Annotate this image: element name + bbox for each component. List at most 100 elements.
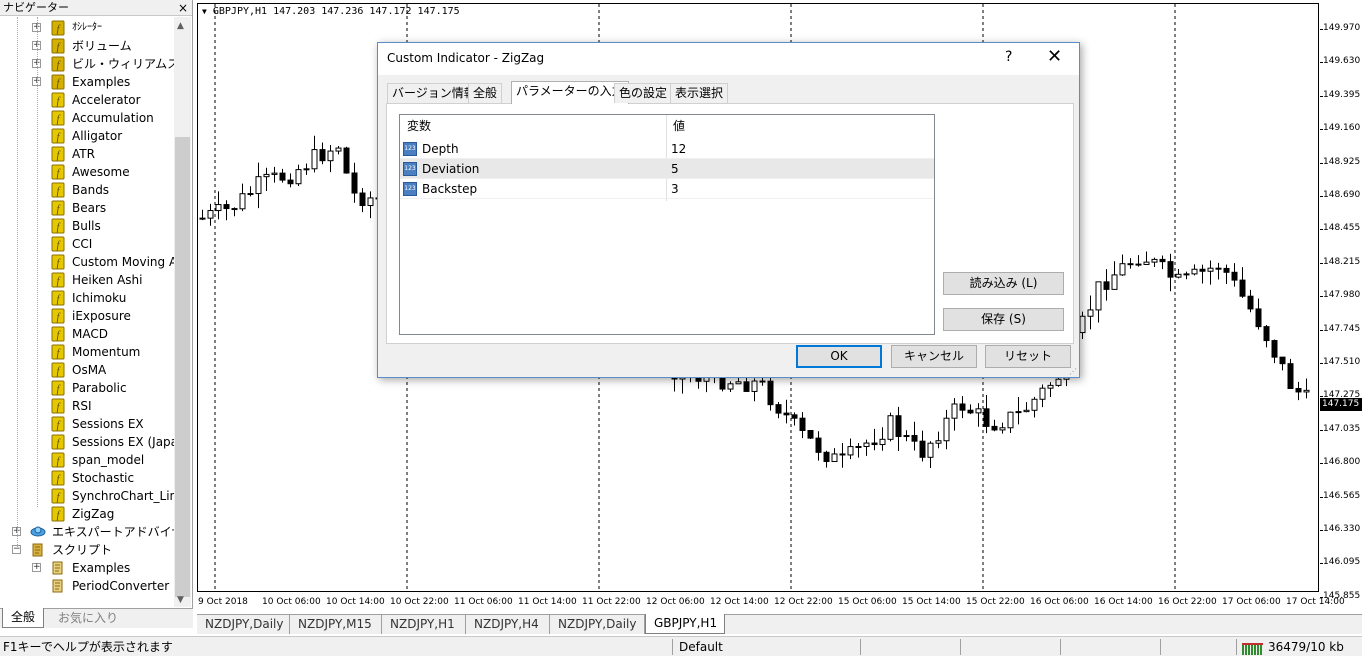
- navigator-item[interactable]: f Bands: [0, 181, 174, 199]
- candle-body: [823, 451, 830, 463]
- dialog-tab-panel: 変数 値 123 Depth 12 123 Deviation 5 123 Backstep 3…: [386, 103, 1074, 344]
- dialog-title-bar: Custom Indicator - ZigZag ? ✕: [378, 43, 1079, 75]
- navigator-item-label: ボリューム: [72, 39, 132, 53]
- parameter-value[interactable]: 3: [671, 179, 679, 199]
- save-button[interactable]: 保存 (S): [943, 308, 1064, 331]
- navigator-tab-favorites[interactable]: お気に入り: [50, 609, 126, 628]
- navigator-item[interactable]: f ATR: [0, 145, 174, 163]
- navigator-item[interactable]: f Accelerator: [0, 91, 174, 109]
- parameter-row[interactable]: 123 Depth 12: [400, 139, 934, 159]
- price-tick-label: 146.330: [1323, 524, 1361, 534]
- dialog-help-button[interactable]: ?: [1005, 49, 1012, 65]
- navigator-tab-common[interactable]: 全般: [2, 608, 45, 628]
- symbol-tab[interactable]: NZDJPY,H4: [466, 615, 550, 634]
- indicator-icon: f: [50, 218, 66, 234]
- navigator-item[interactable]: f Momentum: [0, 343, 174, 361]
- tab-common[interactable]: 全般: [468, 83, 503, 103]
- navigator-item[interactable]: f Alligator: [0, 127, 174, 145]
- indicator-icon: f: [50, 326, 66, 342]
- navigator-item[interactable]: f Awesome: [0, 163, 174, 181]
- reset-button[interactable]: リセット: [985, 345, 1071, 368]
- navigator-item[interactable]: + f ビル・ウィリアムス: [0, 55, 174, 73]
- navigator-item[interactable]: f CCI: [0, 235, 174, 253]
- symbol-tab[interactable]: NZDJPY,Daily: [550, 615, 645, 634]
- tab-visualization[interactable]: 表示選択: [670, 83, 729, 103]
- navigator-item[interactable]: f Parabolic: [0, 379, 174, 397]
- tree-connector: [17, 17, 18, 547]
- navigator-item[interactable]: f Bears: [0, 199, 174, 217]
- candle-body: [1295, 387, 1302, 393]
- navigator-item[interactable]: + エキスパートアドバイザ: [0, 523, 174, 541]
- symbol-tab[interactable]: GBPJPY,H1: [645, 614, 725, 634]
- navigator-item[interactable]: f SynchroChart_Line: [0, 487, 174, 505]
- candle-body: [879, 438, 886, 446]
- navigator-item[interactable]: f Custom Moving Av: [0, 253, 174, 271]
- integer-type-icon: 123: [403, 182, 417, 196]
- parameter-value[interactable]: 5: [671, 159, 679, 179]
- navigator-item[interactable]: f Heiken Ashi: [0, 271, 174, 289]
- status-profile: Default: [679, 640, 723, 654]
- time-tick-label: 17 Oct 06:00: [1222, 597, 1281, 607]
- candle-body: [951, 403, 958, 419]
- navigator-item[interactable]: f OsMA: [0, 361, 174, 379]
- navigator-item[interactable]: f MACD: [0, 325, 174, 343]
- navigator-item-label: Bulls: [72, 219, 101, 233]
- symbol-tab[interactable]: NZDJPY,M15: [290, 615, 382, 634]
- navigator-item[interactable]: f Sessions EX: [0, 415, 174, 433]
- navigator-close-button[interactable]: ×: [178, 0, 188, 16]
- navigator-item[interactable]: f span_model: [0, 451, 174, 469]
- scroll-down-icon[interactable]: ▼: [177, 595, 184, 605]
- navigator-item[interactable]: f Bulls: [0, 217, 174, 235]
- candle-body: [1007, 411, 1014, 429]
- time-tick-label: 17 Oct 14:00: [1286, 597, 1345, 607]
- navigator-item[interactable]: f Ichimoku: [0, 289, 174, 307]
- navigator-scrollbar[interactable]: ▲ ▼: [174, 17, 191, 607]
- navigator-item[interactable]: f iExposure: [0, 307, 174, 325]
- navigator-item-label: Sessions EX (Japane: [72, 435, 174, 449]
- navigator-item[interactable]: f Stochastic: [0, 469, 174, 487]
- cancel-button[interactable]: キャンセル: [891, 345, 977, 368]
- time-tick-label: 11 Oct 14:00: [518, 597, 577, 607]
- status-divider: [860, 639, 861, 655]
- symbol-tab[interactable]: NZDJPY,H1: [382, 615, 466, 634]
- navigator-item[interactable]: f RSI: [0, 397, 174, 415]
- candle-body: [1151, 258, 1158, 263]
- candle-body: [343, 147, 350, 174]
- navigator-scroll-thumb[interactable]: [175, 137, 190, 597]
- navigator-item[interactable]: f ZigZag: [0, 505, 174, 523]
- expand-toggle-icon[interactable]: +: [32, 563, 41, 572]
- symbol-tab[interactable]: NZDJPY,Daily: [197, 615, 290, 634]
- ok-button[interactable]: OK: [796, 345, 882, 368]
- parameter-row[interactable]: 123 Backstep 3: [400, 179, 934, 199]
- navigator-item[interactable]: f Sessions EX (Japane: [0, 433, 174, 451]
- parameter-row[interactable]: 123 Deviation 5: [400, 159, 934, 179]
- navigator-item[interactable]: + Examples: [0, 559, 174, 577]
- navigator-item-label: スクリプト: [52, 543, 113, 557]
- navigator-item[interactable]: + f ｵｼﾚｰﾀｰ: [0, 19, 174, 37]
- navigator-item-label: ｵｼﾚｰﾀｰ: [72, 22, 102, 33]
- parameter-grid: 変数 値 123 Depth 12 123 Deviation 5 123 Backstep 3: [399, 114, 935, 335]
- navigator-item[interactable]: + f ボリューム: [0, 37, 174, 55]
- candle-body: [1183, 273, 1190, 276]
- navigator-item[interactable]: + f Examples: [0, 73, 174, 91]
- scroll-up-icon[interactable]: ▲: [177, 21, 184, 31]
- navigator-item[interactable]: PeriodConverter: [0, 577, 174, 595]
- indicator-icon: f: [50, 362, 66, 378]
- candle-body: [975, 408, 982, 414]
- navigator-item-label: PeriodConverter: [72, 579, 170, 593]
- candle-body: [1127, 263, 1134, 266]
- tab-version-info[interactable]: バージョン情報: [387, 83, 481, 103]
- dialog-close-button[interactable]: ✕: [1047, 46, 1062, 67]
- indicator-icon: f: [50, 290, 66, 306]
- load-button[interactable]: 読み込み (L): [943, 272, 1064, 295]
- navigator-item[interactable]: − スクリプト: [0, 541, 174, 559]
- connection-bars-icon: [1242, 641, 1264, 655]
- navigator-item[interactable]: f Accumulation: [0, 109, 174, 127]
- time-tick-label: 12 Oct 06:00: [646, 597, 705, 607]
- navigator-item-label: Custom Moving Av: [72, 255, 174, 269]
- status-divider: [1160, 639, 1161, 655]
- tab-colors[interactable]: 色の設定: [614, 83, 673, 103]
- tab-input-parameters[interactable]: パラメーターの入力: [511, 81, 629, 104]
- parameter-value[interactable]: 12: [671, 139, 686, 159]
- resize-grip-icon[interactable]: ⋰: [1069, 367, 1077, 376]
